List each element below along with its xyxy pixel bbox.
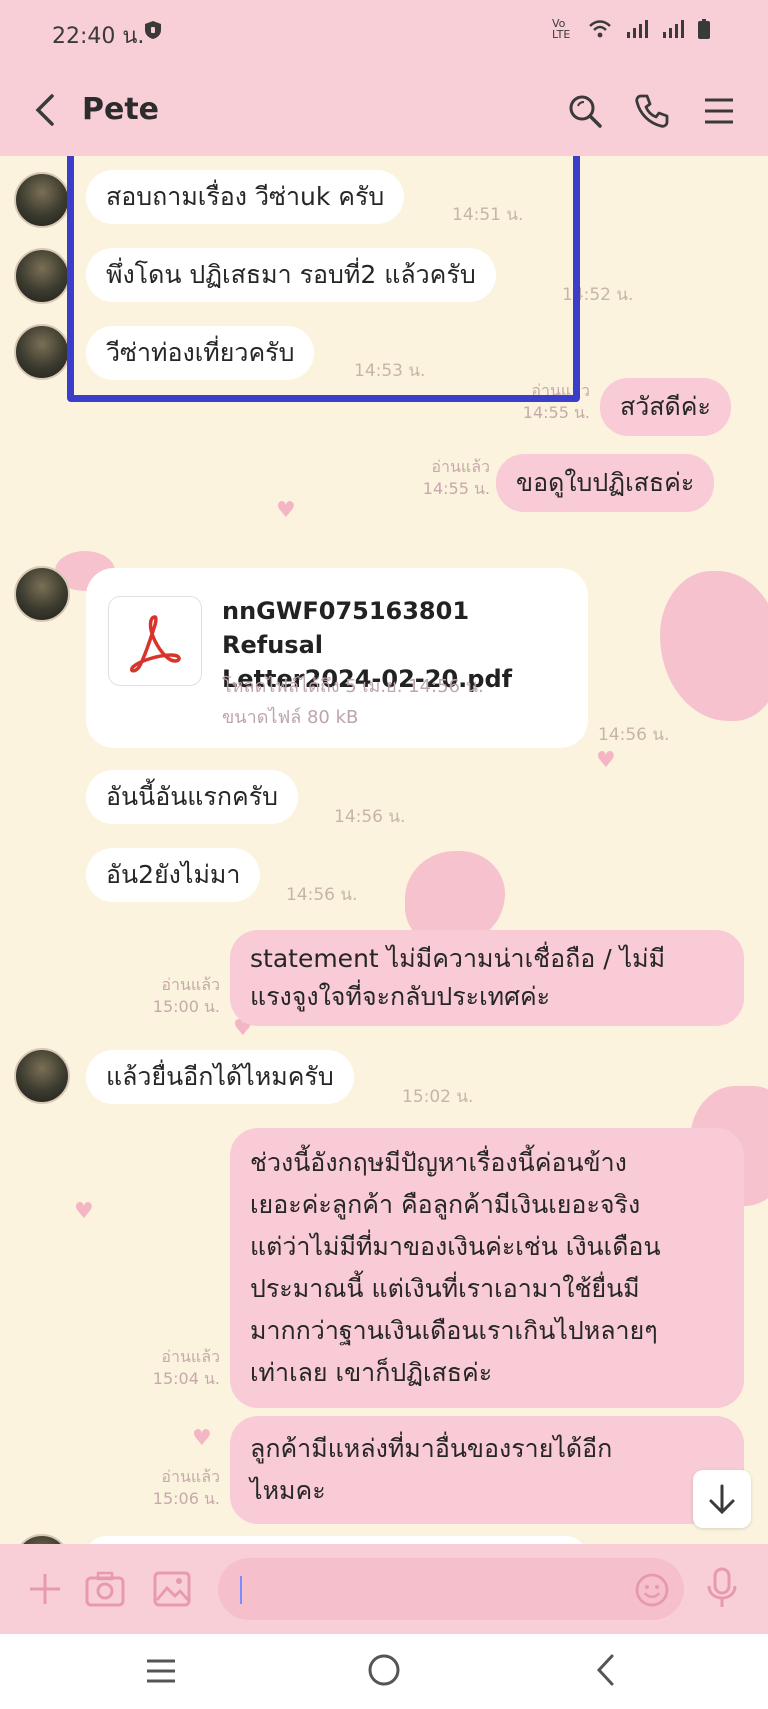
message-text: อัน2ยังไม่มา bbox=[106, 860, 241, 889]
heart-decoration: ♥ bbox=[276, 498, 296, 523]
message-text-line: เยอะค่ะลูกค้า คือลูกค้ามีเงินเยอะจริง bbox=[250, 1190, 641, 1219]
status-time: 22:40 น. bbox=[52, 24, 145, 49]
signal-icon bbox=[627, 20, 648, 38]
message-bubble: อัน2ยังไม่มา bbox=[86, 848, 261, 902]
file-name-line: nnGWF075163801 Refusal bbox=[222, 597, 470, 659]
search-icon[interactable] bbox=[566, 92, 604, 130]
message-bubble-partial bbox=[86, 1536, 586, 1544]
volte-icon: Vo LTE bbox=[552, 17, 571, 41]
message-text: สวัสดีค่ะ bbox=[620, 392, 711, 421]
message-time: 14:55 น. bbox=[422, 479, 490, 498]
menu-icon[interactable] bbox=[700, 92, 738, 130]
avatar[interactable] bbox=[14, 324, 70, 380]
microphone-icon[interactable] bbox=[704, 1566, 740, 1610]
message-text: อันนี้อันแรกครับ bbox=[106, 782, 278, 811]
emoji-icon[interactable] bbox=[634, 1572, 670, 1608]
message-time: 14:56 น. bbox=[286, 885, 358, 905]
read-receipt: อ่านแล้ว 15:06 น. bbox=[130, 1466, 220, 1510]
signal-icon-2 bbox=[663, 20, 684, 38]
wifi-icon bbox=[589, 20, 611, 38]
message-bubble: ลูกค้ามีแหล่งที่มาอื่นของรายได้อีก ไหมคะ bbox=[230, 1416, 744, 1524]
file-attachment[interactable]: nnGWF075163801 Refusal Letter2024-02-20.… bbox=[86, 568, 588, 748]
highlight-box bbox=[67, 156, 580, 402]
message-time: 15:00 น. bbox=[152, 997, 220, 1016]
message-text-line: ลูกค้ามีแหล่งที่มาอื่นของรายได้อีก bbox=[250, 1434, 613, 1463]
message-time: 15:04 น. bbox=[152, 1369, 220, 1388]
chat-area[interactable]: ♥ ♥ ♥ ♥ ♥ สอบถามเรื่อง วีซ่าuk ครับ 14:5… bbox=[0, 156, 768, 1544]
shield-icon bbox=[145, 21, 161, 39]
heart-decoration: ♥ bbox=[192, 1426, 212, 1451]
system-navigation-bar bbox=[0, 1634, 768, 1709]
message-text-line: แต่ว่าไม่มีที่มาของเงินค่ะเช่น เงินเดือน bbox=[250, 1232, 661, 1261]
message-bubble: ช่วงนี้อังกฤษมีปัญหาเรื่องนี้ค่อนข้าง เย… bbox=[230, 1128, 744, 1408]
message-bubble: แล้วยื่นอีกได้ไหมครับ bbox=[86, 1050, 354, 1104]
arrow-down-icon bbox=[709, 1484, 735, 1515]
message-bubble: ขอดูใบปฏิเสธค่ะ bbox=[496, 454, 715, 512]
message-input[interactable] bbox=[218, 1558, 684, 1620]
message-time: 14:56 น. bbox=[334, 807, 406, 827]
read-receipt: อ่านแล้ว 15:04 น. bbox=[130, 1346, 220, 1390]
text-cursor bbox=[240, 1576, 242, 1604]
plus-icon[interactable] bbox=[26, 1570, 64, 1608]
back-arrow-icon[interactable] bbox=[30, 90, 60, 130]
heart-decoration: ♥ bbox=[596, 748, 616, 773]
read-label: อ่านแล้ว bbox=[161, 975, 220, 994]
avatar[interactable] bbox=[14, 248, 70, 304]
status-icons: Vo LTE bbox=[552, 18, 710, 40]
avatar[interactable] bbox=[14, 1534, 70, 1544]
image-icon[interactable] bbox=[152, 1570, 192, 1608]
message-text: ขอดูใบปฏิเสธค่ะ bbox=[516, 468, 695, 497]
back-nav-icon[interactable] bbox=[592, 1652, 620, 1688]
home-icon[interactable] bbox=[366, 1652, 402, 1688]
message-time: 14:55 น. bbox=[522, 403, 590, 422]
message-bubble: statement ไม่มีความน่าเชื่อถือ / ไม่มี แ… bbox=[230, 930, 744, 1026]
message-time: 15:06 น. bbox=[152, 1489, 220, 1508]
message-text-line: ไหมคะ bbox=[250, 1476, 326, 1505]
message-text-line: statement ไม่มีความน่าเชื่อถือ / ไม่มี bbox=[250, 944, 666, 973]
phone-icon[interactable] bbox=[633, 92, 671, 130]
message-bubble: สวัสดีค่ะ bbox=[600, 378, 731, 436]
chat-header: Pete bbox=[0, 66, 768, 156]
avatar[interactable] bbox=[14, 172, 70, 228]
read-label: อ่านแล้ว bbox=[161, 1347, 220, 1366]
message-time: 15:02 น. bbox=[402, 1087, 474, 1107]
message-text-line: ช่วงนี้อังกฤษมีปัญหาเรื่องนี้ค่อนข้าง bbox=[250, 1148, 627, 1177]
message-text-line: แรงจูงใจที่จะกลับประเทศค่ะ bbox=[250, 982, 551, 1011]
read-receipt: อ่านแล้ว 14:55 น. bbox=[400, 456, 490, 500]
message-time: 14:56 น. bbox=[598, 725, 670, 745]
file-size: ขนาดไฟล์ 80 kB bbox=[222, 707, 359, 728]
message-text-line: มากกว่าฐานเงินเดือนเราเกินไปหลายๆ bbox=[250, 1316, 658, 1345]
recent-apps-icon[interactable] bbox=[144, 1656, 178, 1686]
message-text-line: ประมาณนี้ แต่เงินที่เราเอามาใช้ยื่นมี bbox=[250, 1274, 640, 1303]
battery-icon bbox=[698, 19, 710, 39]
message-text-line: เท่าเลย เขาก็ปฏิเสธค่ะ bbox=[250, 1358, 493, 1387]
pink-blob-decoration bbox=[660, 571, 768, 721]
camera-icon[interactable] bbox=[84, 1570, 126, 1608]
message-text: แล้วยื่นอีกได้ไหมครับ bbox=[106, 1062, 334, 1091]
avatar[interactable] bbox=[14, 566, 70, 622]
scroll-to-bottom-button[interactable] bbox=[693, 1470, 751, 1528]
read-label: อ่านแล้ว bbox=[161, 1467, 220, 1486]
message-input-bar bbox=[0, 1544, 768, 1634]
message-bubble: อันนี้อันแรกครับ bbox=[86, 770, 298, 824]
read-label: อ่านแล้ว bbox=[431, 457, 490, 476]
pdf-icon bbox=[108, 596, 202, 686]
read-receipt: อ่านแล้ว 15:00 น. bbox=[130, 974, 220, 1018]
heart-decoration: ♥ bbox=[74, 1199, 94, 1224]
status-bar: 22:40 น. Vo LTE bbox=[0, 0, 768, 66]
contact-name[interactable]: Pete bbox=[82, 92, 159, 127]
avatar[interactable] bbox=[14, 1048, 70, 1104]
file-expiry: โหลดไฟล์ได้ถึง 5 เม.ย. 14:56 น. bbox=[222, 676, 484, 697]
